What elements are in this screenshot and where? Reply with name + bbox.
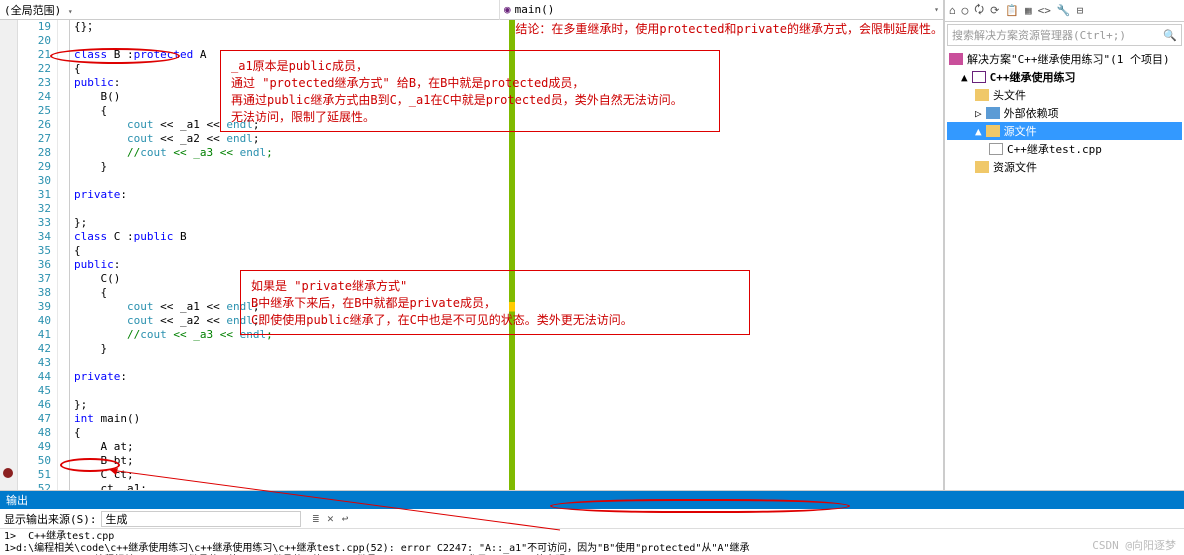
- annotation-text: _a1原本是public成员，: [231, 57, 709, 74]
- explorer-toolbar: ⌂ ◯ 🗘 ⟳ 📋 ▦ <> 🔧 ⊟: [945, 0, 1184, 22]
- line-number-gutter: 1920212223242526272829303132333435363738…: [18, 20, 58, 490]
- tree-label: 外部依赖项: [1004, 105, 1059, 121]
- tree-folder-sources[interactable]: ▲ 源文件: [947, 122, 1182, 140]
- output-source-label: 显示输出来源(S):: [4, 511, 97, 527]
- tree-folder-resources[interactable]: 资源文件: [947, 158, 1182, 176]
- breakpoint-margin[interactable]: [0, 20, 18, 490]
- tree-label: C++继承test.cpp: [1007, 141, 1102, 157]
- editor-pane: (全局范围) ▾ ◉ main() ▾ 19202122232425262728…: [0, 0, 944, 490]
- fold-column[interactable]: [58, 20, 70, 490]
- tree-folder-headers[interactable]: 头文件: [947, 86, 1182, 104]
- function-icon: ◉: [504, 3, 511, 16]
- folder-icon: [986, 125, 1000, 137]
- editor-navbar: (全局范围) ▾ ◉ main() ▾: [0, 0, 943, 20]
- annotation-text: 如果是 "private继承方式": [251, 277, 739, 294]
- tree-label: 解决方案"C++继承使用练习"(1 个项目): [967, 51, 1170, 67]
- annotation-box-1: _a1原本是public成员， 通过 "protected继承方式" 给B，在B…: [220, 50, 720, 132]
- wrench-icon[interactable]: 🔧: [1057, 4, 1071, 17]
- scope-label: (全局范围): [4, 4, 61, 17]
- scope-dropdown[interactable]: (全局范围) ▾: [0, 0, 500, 20]
- annotation-text: 通过 "protected继承方式" 给B，在B中就是protected成员，: [231, 74, 709, 91]
- chevron-down-icon: ▾: [934, 5, 939, 14]
- tree-file-cpp[interactable]: C++继承test.cpp: [947, 140, 1182, 158]
- code-area[interactable]: 1920212223242526272829303132333435363738…: [0, 20, 943, 490]
- goto-icon[interactable]: ≣: [313, 512, 320, 525]
- solution-tree[interactable]: 解决方案"C++继承使用练习"(1 个项目) ▲ C++继承使用练习 头文件 ▷…: [945, 48, 1184, 490]
- annotation-text: 无法访问，限制了延展性。: [231, 108, 709, 125]
- tree-project[interactable]: ▲ C++继承使用练习: [947, 68, 1182, 86]
- tree-label: 源文件: [1004, 123, 1037, 139]
- clear-icon[interactable]: ✕: [327, 512, 334, 525]
- sync-icon[interactable]: 🗘: [974, 1, 984, 20]
- ref-icon: [986, 107, 1000, 119]
- solution-explorer: ⌂ ◯ 🗘 ⟳ 📋 ▦ <> 🔧 ⊟ 搜索解决方案资源管理器(Ctrl+;) 🔍…: [944, 0, 1184, 490]
- chevron-down-icon: ▾: [68, 7, 73, 16]
- refresh-icon[interactable]: ⟳: [990, 4, 999, 17]
- solution-icon: [949, 53, 963, 65]
- search-icon[interactable]: 🔍: [1163, 29, 1177, 42]
- output-source-value: 生成: [106, 511, 128, 527]
- project-icon: [972, 71, 986, 83]
- tree-label: 资源文件: [993, 159, 1037, 175]
- output-source-dropdown[interactable]: 生成: [101, 511, 301, 527]
- folder-icon: [975, 161, 989, 173]
- breakpoint-icon[interactable]: [3, 468, 13, 478]
- function-dropdown[interactable]: ◉ main() ▾: [500, 1, 943, 18]
- search-input[interactable]: 搜索解决方案资源管理器(Ctrl+;) 🔍: [947, 24, 1182, 46]
- annotation-text: B中继承下来后，在B中就都是private成员，: [251, 294, 739, 311]
- properties-icon[interactable]: ▦: [1025, 4, 1032, 17]
- highlight-circle: [550, 499, 850, 513]
- function-label: main(): [515, 3, 555, 16]
- back-icon[interactable]: ◯: [962, 4, 969, 17]
- copy-icon[interactable]: 📋: [1005, 4, 1019, 17]
- collapse-icon[interactable]: ⊟: [1077, 4, 1084, 17]
- highlight-circle: [60, 458, 120, 472]
- annotation-text: 再通过public继承方式由B到C，_a1在C中就是protected员，类外自…: [231, 91, 709, 108]
- home-icon[interactable]: ⌂: [949, 4, 956, 17]
- tree-label: C++继承使用练习: [990, 69, 1076, 85]
- output-panel: 输出 显示输出来源(S): 生成 ≣ ✕ ↩ 1> C++继承test.cpp …: [0, 490, 1184, 555]
- output-text[interactable]: 1> C++继承test.cpp 1>d:\编程相关\code\c++继承使用练…: [0, 529, 1184, 555]
- wrap-icon[interactable]: ↩: [342, 512, 349, 525]
- code-icon[interactable]: <>: [1038, 4, 1051, 17]
- annotation-text: C即使使用public继承了，在C中也是不可见的状态。类外更无法访问。: [251, 311, 739, 328]
- folder-icon: [975, 89, 989, 101]
- tree-label: 头文件: [993, 87, 1026, 103]
- highlight-circle: [50, 48, 180, 64]
- watermark: CSDN @向阳逐梦: [1092, 537, 1176, 553]
- output-toolbar: 显示输出来源(S): 生成 ≣ ✕ ↩: [0, 509, 1184, 529]
- annotation-box-2: 如果是 "private继承方式" B中继承下来后，在B中就都是private成…: [240, 270, 750, 335]
- output-title: 输出: [6, 492, 28, 508]
- tree-folder-external[interactable]: ▷ 外部依赖项: [947, 104, 1182, 122]
- cpp-icon: [989, 143, 1003, 155]
- tree-solution[interactable]: 解决方案"C++继承使用练习"(1 个项目): [947, 50, 1182, 68]
- search-placeholder: 搜索解决方案资源管理器(Ctrl+;): [952, 27, 1126, 43]
